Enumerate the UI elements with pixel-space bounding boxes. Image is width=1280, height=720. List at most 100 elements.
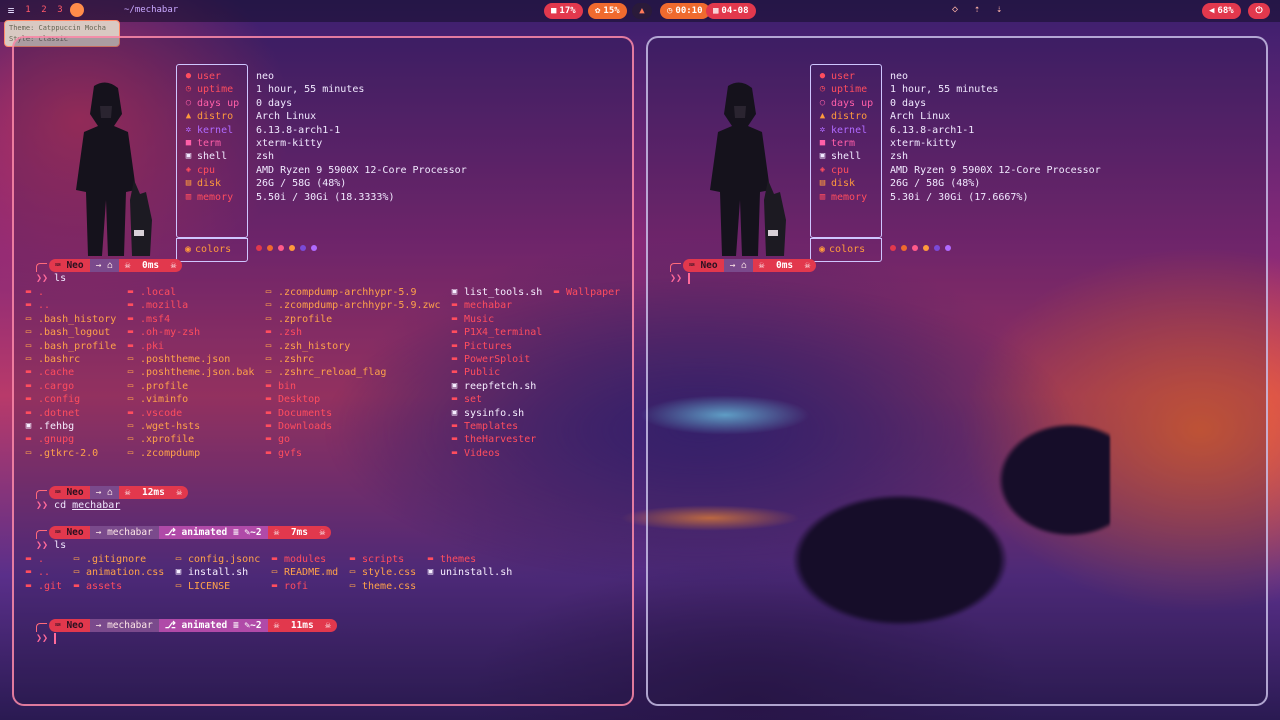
- command-line-active[interactable]: ❯❯: [36, 632, 56, 645]
- folder-icon: ▬: [451, 353, 458, 364]
- ls-entry: ▬ theHarvester: [450, 433, 542, 446]
- arch-logo-button[interactable]: ▲: [632, 3, 652, 19]
- date-module[interactable]: ▦ 04-08: [706, 3, 756, 19]
- skull-icon: ☠: [319, 527, 326, 538]
- file-icon: ▭: [25, 340, 32, 351]
- file-icon: ▭: [175, 554, 182, 564]
- fetch-row-kernel: ✲ kernel 6.13.8-arch1-1: [810, 124, 1101, 137]
- skull-icon: ☠: [273, 620, 280, 631]
- command-line-active[interactable]: ❯❯: [670, 272, 690, 285]
- skull-icon: ☠: [176, 487, 183, 498]
- ls-entry-name: .bash_profile: [38, 340, 117, 352]
- gear-icon: ✲: [819, 124, 826, 135]
- prompt-line: ⌨ Neo → ⌂ ☠ 12ms ☠: [36, 486, 189, 499]
- folder-icon: ▬: [265, 447, 272, 458]
- power-button[interactable]: ⏻: [1248, 3, 1270, 19]
- script-icon: ▣: [451, 407, 458, 418]
- top-bar: ≡ 1 2 3 ~/mechabar ■ 17% ✿ 15% ▲ ◷ 00:10…: [0, 0, 1280, 22]
- prompt-time: ☠ 7ms ☠: [267, 526, 332, 539]
- prompt-dir: → ⌂: [89, 486, 119, 499]
- file-icon: ▭: [25, 327, 32, 338]
- clock-module[interactable]: ◷ 00:10: [660, 3, 710, 19]
- ls-entry: ▣ reepfetch.sh: [450, 380, 542, 393]
- ls-entry-name: .msf4: [140, 313, 171, 325]
- ls-entry-name: install.sh: [188, 567, 249, 579]
- ls-column: ▬ themes ▣ uninstall.sh: [426, 553, 512, 580]
- wifi-icon[interactable]: ◇: [952, 4, 958, 15]
- folder-icon: ▬: [73, 580, 80, 591]
- palette-dot: [300, 245, 306, 251]
- arch-icon: ▲: [185, 111, 192, 122]
- clock-icon: ◷: [185, 84, 192, 95]
- command-arg: mechabar: [72, 500, 121, 511]
- command-text: ls: [54, 540, 67, 551]
- prompt-time: ☠ 0ms ☠: [752, 259, 817, 272]
- skull-icon: ☠: [758, 260, 765, 271]
- ls-entry-name: themes: [440, 554, 477, 565]
- file-icon: ▭: [25, 313, 32, 324]
- prompt-line: ⌨ Neo → mechabar ⎇ animated ≡ ✎~2 ☠ 11ms…: [36, 619, 337, 632]
- file-icon: ▭: [265, 340, 272, 351]
- fetch-key: days up: [831, 97, 874, 109]
- ls-entry: ▬ Music: [450, 313, 542, 326]
- fetch-value: neo: [890, 71, 909, 82]
- prompt-user: ⌨ Neo: [49, 526, 90, 539]
- palette-dot: [256, 245, 262, 251]
- menu-icon[interactable]: ≡: [4, 4, 18, 17]
- memory-icon: ✿: [595, 6, 601, 16]
- workspace-1[interactable]: 1: [22, 5, 34, 15]
- keyboard-icon: ⌨: [689, 260, 701, 271]
- ls-entry: ▭ .poshtheme.json.bak: [126, 366, 255, 379]
- memory-module[interactable]: ✿ 15%: [588, 3, 627, 19]
- ls-column: ▬ scripts ▭ style.css ▭ theme.css: [348, 553, 416, 593]
- ls-entry: ▭ .viminfo: [126, 393, 254, 406]
- upload-icon[interactable]: ⇡: [974, 4, 980, 15]
- cpu-icon: ■: [551, 6, 557, 16]
- prompt-time: ☠ 11ms ☠: [267, 619, 337, 632]
- workspace-2[interactable]: 2: [38, 5, 50, 15]
- palette-dot: [901, 245, 907, 251]
- ls-entry-name: .dotnet: [38, 407, 81, 419]
- ls-entry: ▭ .bash_profile: [24, 340, 117, 353]
- fetch-key: cpu: [197, 164, 216, 176]
- fetch-row-uptime: ◷ uptime 1 hour, 55 minutes: [176, 83, 467, 96]
- download-icon[interactable]: ⇣: [996, 4, 1002, 15]
- volume-module[interactable]: ◀ 68%: [1202, 3, 1241, 19]
- ls-entry: ▭ .zsh_history: [264, 340, 441, 353]
- file-icon: ▭: [25, 353, 32, 364]
- prompt-dir: → mechabar: [89, 526, 159, 539]
- workspace-3[interactable]: 3: [54, 5, 66, 15]
- ls-entry: ▣ uninstall.sh: [426, 566, 512, 579]
- prompt-dir: → mechabar: [89, 619, 159, 632]
- folder-icon: ▬: [265, 420, 272, 431]
- ls-entry-name: .gtkrc-2.0: [38, 447, 99, 459]
- prompt-arrow-icon: ❯❯: [670, 273, 683, 284]
- ls-entry-name: ..: [38, 300, 51, 312]
- terminal-right[interactable]: ● user neo ◷ uptime 1 hour, 55 minutes ○ days…: [646, 36, 1268, 706]
- prompt-arrow-icon: ❯❯: [36, 540, 49, 551]
- folder-icon: ▬: [25, 580, 32, 591]
- workspace-active-indicator[interactable]: [70, 3, 84, 17]
- terminal-left[interactable]: ● user neo ◷ uptime 1 hour, 55 minutes ○ days…: [12, 36, 634, 706]
- ls-entry-name: rofi: [284, 580, 309, 592]
- ls-entry-name: theme.css: [362, 580, 417, 592]
- script-icon: ▣: [175, 567, 182, 578]
- ls-entry-name: gvfs: [278, 447, 303, 459]
- fetch-key: kernel: [197, 124, 234, 136]
- ls-entry: ▭ .zcompdump: [126, 447, 254, 460]
- ls-entry: ▣ list_tools.sh: [450, 286, 543, 299]
- cpu-module[interactable]: ■ 17%: [544, 3, 583, 19]
- folder-icon: ▬: [127, 300, 134, 311]
- fetch-row-uptime: ◷ uptime 1 hour, 55 minutes: [810, 83, 1101, 96]
- folder-icon: ▬: [127, 327, 134, 338]
- gear-icon: ✲: [185, 124, 192, 135]
- ls-entry-name: .git: [38, 580, 63, 592]
- ls-entry-name: go: [278, 434, 291, 446]
- folder-icon: ▬: [451, 327, 458, 338]
- ls-entry: ▬.: [24, 553, 62, 566]
- ls-entry-name: .oh-my-zsh: [140, 327, 201, 339]
- prompt-arrow-icon: ❯❯: [36, 273, 49, 284]
- ls-entry: ▬ themes: [426, 553, 512, 566]
- speaker-icon: ◀: [1209, 6, 1215, 16]
- ls-entry-name: .bash_logout: [38, 327, 111, 339]
